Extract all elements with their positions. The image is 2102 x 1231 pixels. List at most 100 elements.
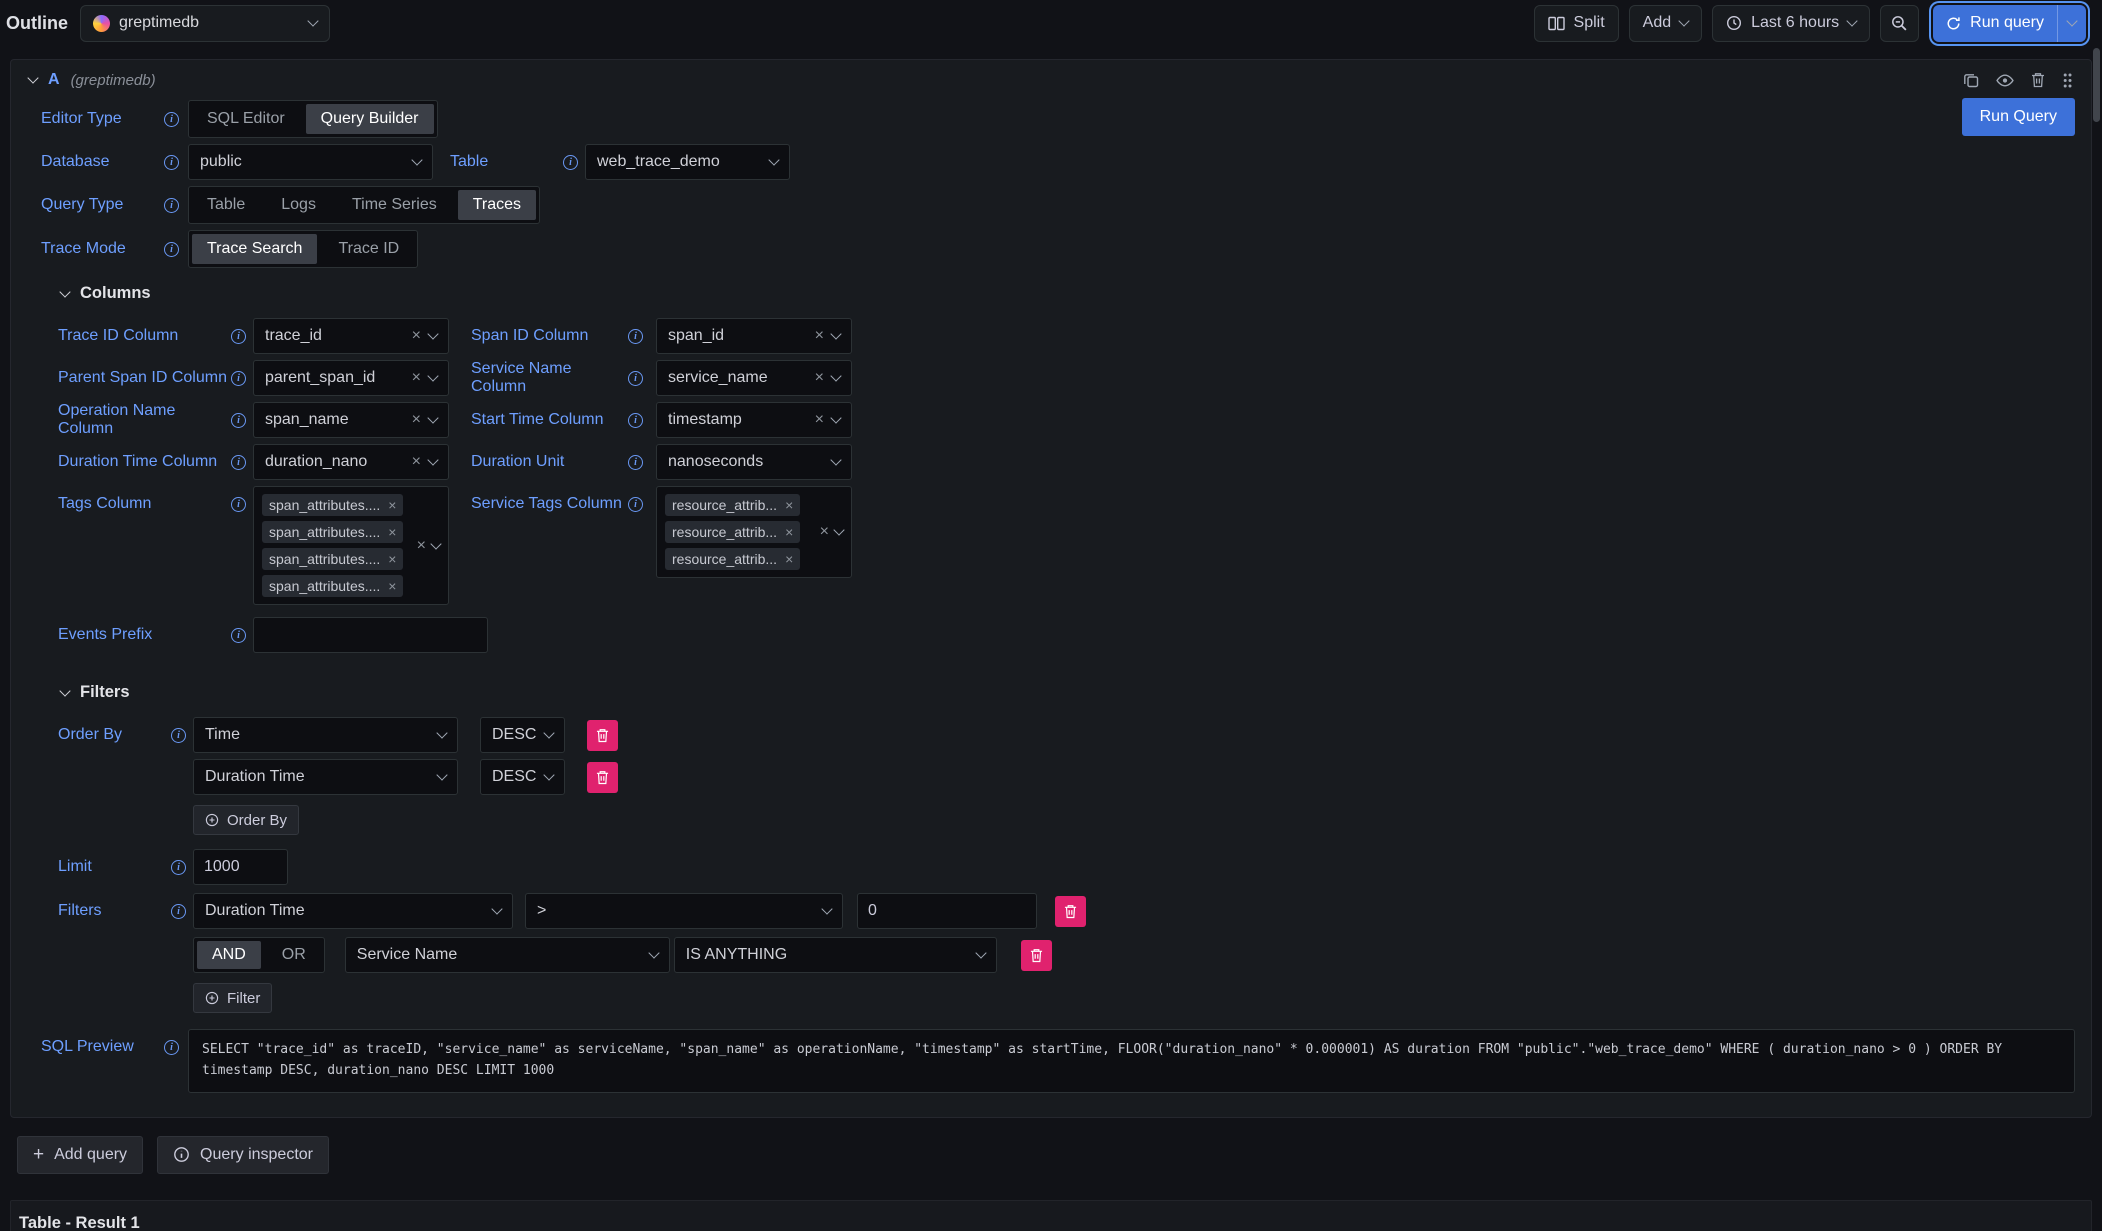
label-text: Duration Time Column [58,453,217,471]
info-icon[interactable] [628,371,643,386]
clear-icon[interactable] [412,328,421,344]
order-by-field-select[interactable]: Duration Time [193,759,458,795]
remove-chip-icon[interactable] [388,525,396,539]
info-icon[interactable] [628,329,643,344]
info-icon[interactable] [164,198,179,213]
add-dropdown-button[interactable]: Add [1629,5,1702,42]
service-tags-column-multiselect[interactable]: resource_attrib... resource_attrib... re… [656,486,852,578]
database-select[interactable]: public [188,144,433,180]
clear-all-icon[interactable] [417,538,426,554]
trace-mode-option-trace-id[interactable]: Trace ID [323,234,414,264]
duration-time-column-select[interactable]: duration_nano [253,444,449,480]
clock-icon [1726,15,1742,31]
filter-operator-select[interactable]: > [525,893,843,929]
datasource-picker[interactable]: greptimedb [80,5,330,42]
info-icon[interactable] [628,413,643,428]
info-icon[interactable] [171,904,186,919]
remove-filter-button[interactable] [1021,940,1052,971]
filter-field-select[interactable]: Service Name [345,937,670,973]
info-icon[interactable] [563,155,578,170]
add-filter-label: Filter [227,990,260,1007]
clear-icon[interactable] [815,412,824,428]
info-icon[interactable] [231,455,246,470]
info-icon[interactable] [171,728,186,743]
add-query-button[interactable]: Add query [17,1136,143,1174]
trace-id-column-select[interactable]: trace_id [253,318,449,354]
start-time-column-select[interactable]: timestamp [656,402,852,438]
remove-chip-icon[interactable] [388,579,396,593]
info-icon[interactable] [231,413,246,428]
panel-run-query-button[interactable]: Run Query [1962,98,2075,136]
table-select[interactable]: web_trace_demo [585,144,790,180]
clear-all-icon[interactable] [820,524,829,540]
order-by-field-select[interactable]: Time [193,717,458,753]
query-type-option-traces[interactable]: Traces [458,190,536,220]
events-prefix-input[interactable] [253,617,488,653]
remove-chip-icon[interactable] [785,552,793,566]
remove-chip-icon[interactable] [388,552,396,566]
remove-order-by-button[interactable] [587,720,618,751]
info-icon[interactable] [628,497,643,512]
info-icon[interactable] [628,455,643,470]
remove-chip-icon[interactable] [785,525,793,539]
editor-type-option-query-builder[interactable]: Query Builder [306,104,434,134]
logic-option-and[interactable]: AND [197,941,261,969]
remove-chip-icon[interactable] [388,498,396,512]
operation-name-column-select[interactable]: span_name [253,402,449,438]
query-inspector-button[interactable]: Query inspector [157,1136,329,1174]
run-query-button[interactable]: Run query [1933,5,2057,42]
query-type-option-time-series[interactable]: Time Series [337,190,452,220]
result-panel-title: Table - Result 1 [11,1201,2091,1231]
tags-column-multiselect[interactable]: span_attributes.... span_attributes.... … [253,486,449,605]
parent-span-id-column-select[interactable]: parent_span_id [253,360,449,396]
scrollbar-thumb[interactable] [2093,48,2100,122]
info-icon[interactable] [164,155,179,170]
add-order-by-button[interactable]: Order By [193,805,299,835]
info-icon[interactable] [231,329,246,344]
zoom-out-time-button[interactable] [1880,5,1919,42]
drag-handle-icon[interactable] [2062,72,2073,89]
duration-unit-select[interactable]: nanoseconds [656,444,852,480]
filter-row-1: Filters Duration Time > [58,893,2075,929]
limit-input[interactable] [193,849,288,885]
clear-icon[interactable] [412,454,421,470]
info-icon[interactable] [164,242,179,257]
info-icon[interactable] [164,1040,179,1055]
filters-section-title: Filters [80,683,130,702]
info-icon[interactable] [231,497,246,512]
info-icon[interactable] [231,371,246,386]
split-button[interactable]: Split [1534,5,1619,42]
service-name-column-select[interactable]: service_name [656,360,852,396]
clear-icon[interactable] [412,412,421,428]
info-icon[interactable] [231,628,246,643]
trace-mode-option-trace-search[interactable]: Trace Search [192,234,317,264]
span-id-column-select[interactable]: span_id [656,318,852,354]
order-by-direction-select[interactable]: DESC [480,717,565,753]
filter-field-select[interactable]: Duration Time [193,893,513,929]
trash-icon [1030,948,1043,963]
remove-filter-button[interactable] [1055,896,1086,927]
columns-section-toggle[interactable]: Columns [61,284,2075,303]
filter-operator-select[interactable]: IS ANYTHING [674,937,997,973]
clear-icon[interactable] [815,370,824,386]
run-query-options-button[interactable] [2057,5,2086,42]
editor-type-option-sql-editor[interactable]: SQL Editor [192,104,300,134]
remove-chip-icon[interactable] [785,498,793,512]
filter-value-input[interactable] [857,893,1037,929]
clear-icon[interactable] [412,370,421,386]
clear-icon[interactable] [815,328,824,344]
remove-order-by-button[interactable] [587,762,618,793]
time-range-picker[interactable]: Last 6 hours [1712,5,1870,42]
collapse-query-icon[interactable] [27,72,38,83]
logic-option-or[interactable]: OR [267,941,321,969]
filters-section-toggle[interactable]: Filters [61,683,2075,702]
info-icon[interactable] [171,860,186,875]
order-by-direction-select[interactable]: DESC [480,759,565,795]
query-type-option-logs[interactable]: Logs [266,190,331,220]
query-type-option-table[interactable]: Table [192,190,260,220]
duplicate-query-icon[interactable] [1963,72,1979,88]
hide-query-icon[interactable] [1996,74,2014,87]
remove-query-icon[interactable] [2031,72,2045,88]
add-filter-button[interactable]: Filter [193,983,272,1013]
info-icon[interactable] [164,112,179,127]
